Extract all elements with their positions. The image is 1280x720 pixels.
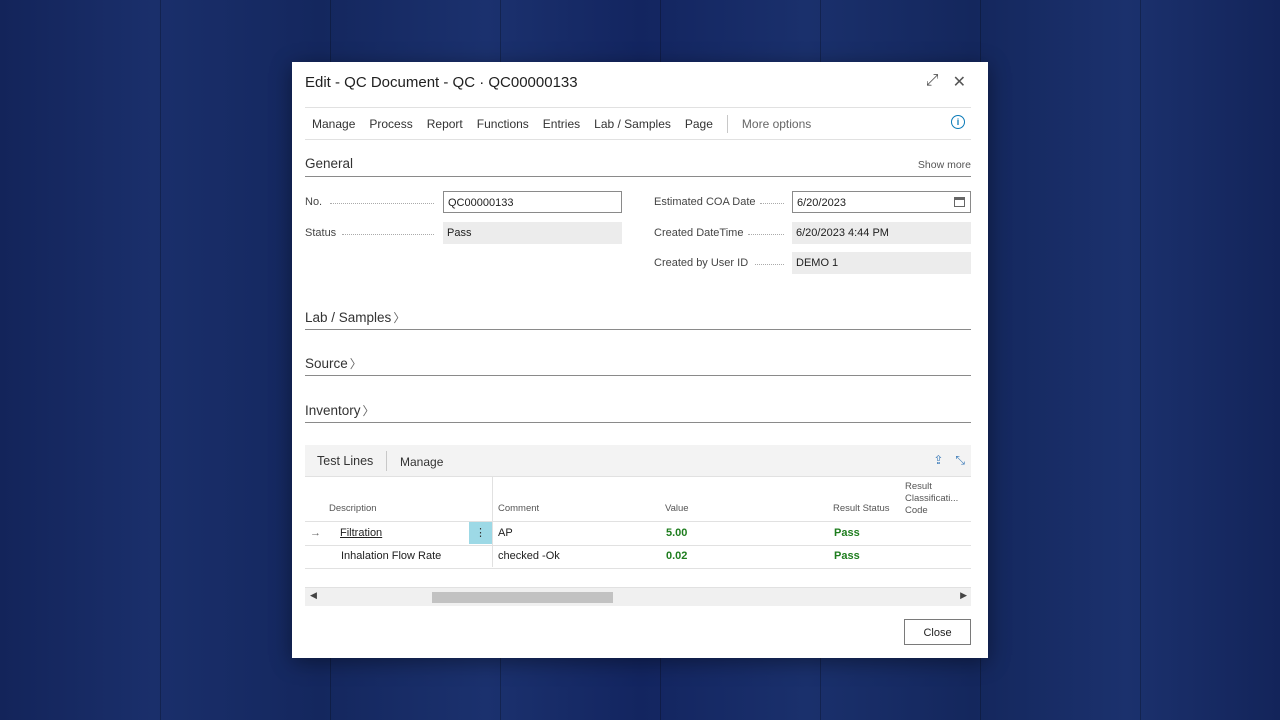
general-section-header[interactable]: General Show more bbox=[305, 156, 971, 177]
test-lines-header: Test Lines Manage ⇪ ⤡ bbox=[305, 445, 971, 477]
col-comment[interactable]: Comment bbox=[498, 503, 539, 514]
test-lines-title[interactable]: Test Lines bbox=[317, 454, 373, 468]
label-leader bbox=[760, 203, 784, 204]
lab-samples-heading: Lab / Samples bbox=[305, 310, 392, 325]
label-leader bbox=[342, 234, 434, 235]
no-field[interactable]: QC00000133 bbox=[443, 191, 622, 213]
close-button[interactable]: Close bbox=[904, 619, 971, 645]
horizontal-scrollbar[interactable]: ◀ ▶ bbox=[305, 587, 971, 606]
created-by-label: Created by User ID bbox=[654, 257, 749, 269]
coa-date-field[interactable]: 6/20/2023 bbox=[792, 191, 971, 213]
created-by-field: DEMO 1 bbox=[792, 252, 971, 274]
action-entries[interactable]: Entries bbox=[536, 117, 587, 131]
general-heading: General bbox=[305, 156, 354, 171]
row-description-link[interactable]: Filtration bbox=[340, 527, 382, 539]
row-value[interactable]: 5.00 bbox=[666, 527, 687, 539]
no-label: No. bbox=[305, 196, 323, 208]
action-functions[interactable]: Functions bbox=[470, 117, 536, 131]
expand-part-icon[interactable]: ⤡ bbox=[955, 453, 965, 468]
close-icon[interactable]: ✕ bbox=[953, 72, 966, 92]
created-datetime-field: 6/20/2023 4:44 PM bbox=[792, 222, 971, 244]
title-icons: ⤢ ✕ bbox=[926, 72, 966, 92]
qc-document-dialog: Edit - QC Document - QC · QC00000133 ⤢ ✕… bbox=[292, 62, 988, 658]
action-report[interactable]: Report bbox=[420, 117, 470, 131]
created-datetime-label: Created DateTime bbox=[654, 227, 744, 239]
coa-date-label: Estimated COA Date bbox=[654, 196, 756, 208]
col-result-class-1[interactable]: Result bbox=[905, 481, 932, 492]
table-row[interactable]: → Filtration ⋮ AP 5.00 Pass bbox=[305, 522, 971, 546]
test-lines-manage-button[interactable]: Manage bbox=[400, 455, 443, 469]
row-comment[interactable]: checked -Ok bbox=[498, 550, 560, 562]
label-leader bbox=[330, 203, 434, 204]
action-lab-samples[interactable]: Lab / Samples bbox=[587, 117, 678, 131]
expand-icon[interactable]: ⤢ bbox=[926, 72, 939, 92]
test-lines-icons: ⇪ ⤡ bbox=[933, 453, 965, 468]
calendar-icon[interactable] bbox=[954, 197, 965, 207]
background-seam bbox=[160, 0, 161, 720]
label-leader bbox=[755, 264, 784, 265]
info-icon[interactable]: i bbox=[951, 115, 965, 129]
col-description[interactable]: Description bbox=[329, 503, 377, 514]
col-result-status[interactable]: Result Status bbox=[833, 503, 890, 514]
label-leader bbox=[748, 234, 784, 235]
row-comment[interactable]: AP bbox=[498, 527, 513, 539]
action-process[interactable]: Process bbox=[362, 117, 419, 131]
row-menu-icon[interactable]: ⋮ bbox=[469, 522, 492, 544]
status-label: Status bbox=[305, 227, 337, 239]
action-page[interactable]: Page bbox=[678, 117, 720, 131]
col-value[interactable]: Value bbox=[665, 503, 689, 514]
action-bar: Manage Process Report Functions Entries … bbox=[305, 107, 971, 140]
chevron-right-icon: 〉 bbox=[393, 311, 406, 325]
more-options-button[interactable]: More options bbox=[735, 117, 818, 131]
dialog-title: Edit - QC Document - QC · QC00000133 bbox=[305, 74, 578, 91]
test-lines-grid: Description Comment Value Result Status … bbox=[305, 477, 971, 587]
scrollbar-thumb[interactable] bbox=[432, 592, 613, 603]
row-description[interactable]: Inhalation Flow Rate bbox=[341, 550, 441, 562]
scroll-left-icon[interactable]: ◀ bbox=[310, 590, 317, 601]
action-separator bbox=[726, 114, 728, 133]
test-lines-part: Test Lines Manage ⇪ ⤡ Description Commen… bbox=[305, 445, 971, 606]
col-result-class-2[interactable]: Classificati... bbox=[905, 493, 958, 504]
row-result-status[interactable]: Pass bbox=[834, 550, 860, 562]
col-result-class-3[interactable]: Code bbox=[905, 505, 928, 516]
grid-header: Description Comment Value Result Status … bbox=[305, 477, 971, 522]
action-manage[interactable]: Manage bbox=[305, 117, 362, 131]
row-arrow-icon: → bbox=[310, 527, 321, 539]
inventory-section-header[interactable]: Inventory 〉 bbox=[305, 402, 971, 423]
status-field: Pass bbox=[443, 222, 622, 244]
row-value[interactable]: 0.02 bbox=[666, 550, 687, 562]
background-seam bbox=[1140, 0, 1141, 720]
source-heading: Source bbox=[305, 356, 348, 371]
source-section-header[interactable]: Source 〉 bbox=[305, 355, 971, 376]
lab-samples-section-header[interactable]: Lab / Samples 〉 bbox=[305, 309, 971, 330]
coa-date-value: 6/20/2023 bbox=[797, 197, 846, 209]
chevron-right-icon: 〉 bbox=[362, 404, 375, 418]
inventory-heading: Inventory bbox=[305, 403, 361, 418]
share-icon[interactable]: ⇪ bbox=[933, 453, 943, 468]
table-row[interactable]: Inhalation Flow Rate checked -Ok 0.02 Pa… bbox=[305, 545, 971, 569]
chevron-right-icon: 〉 bbox=[349, 357, 362, 371]
show-more-link[interactable]: Show more bbox=[918, 159, 971, 171]
row-result-status[interactable]: Pass bbox=[834, 527, 860, 539]
test-lines-separator bbox=[386, 451, 387, 471]
scroll-right-icon[interactable]: ▶ bbox=[960, 590, 967, 601]
